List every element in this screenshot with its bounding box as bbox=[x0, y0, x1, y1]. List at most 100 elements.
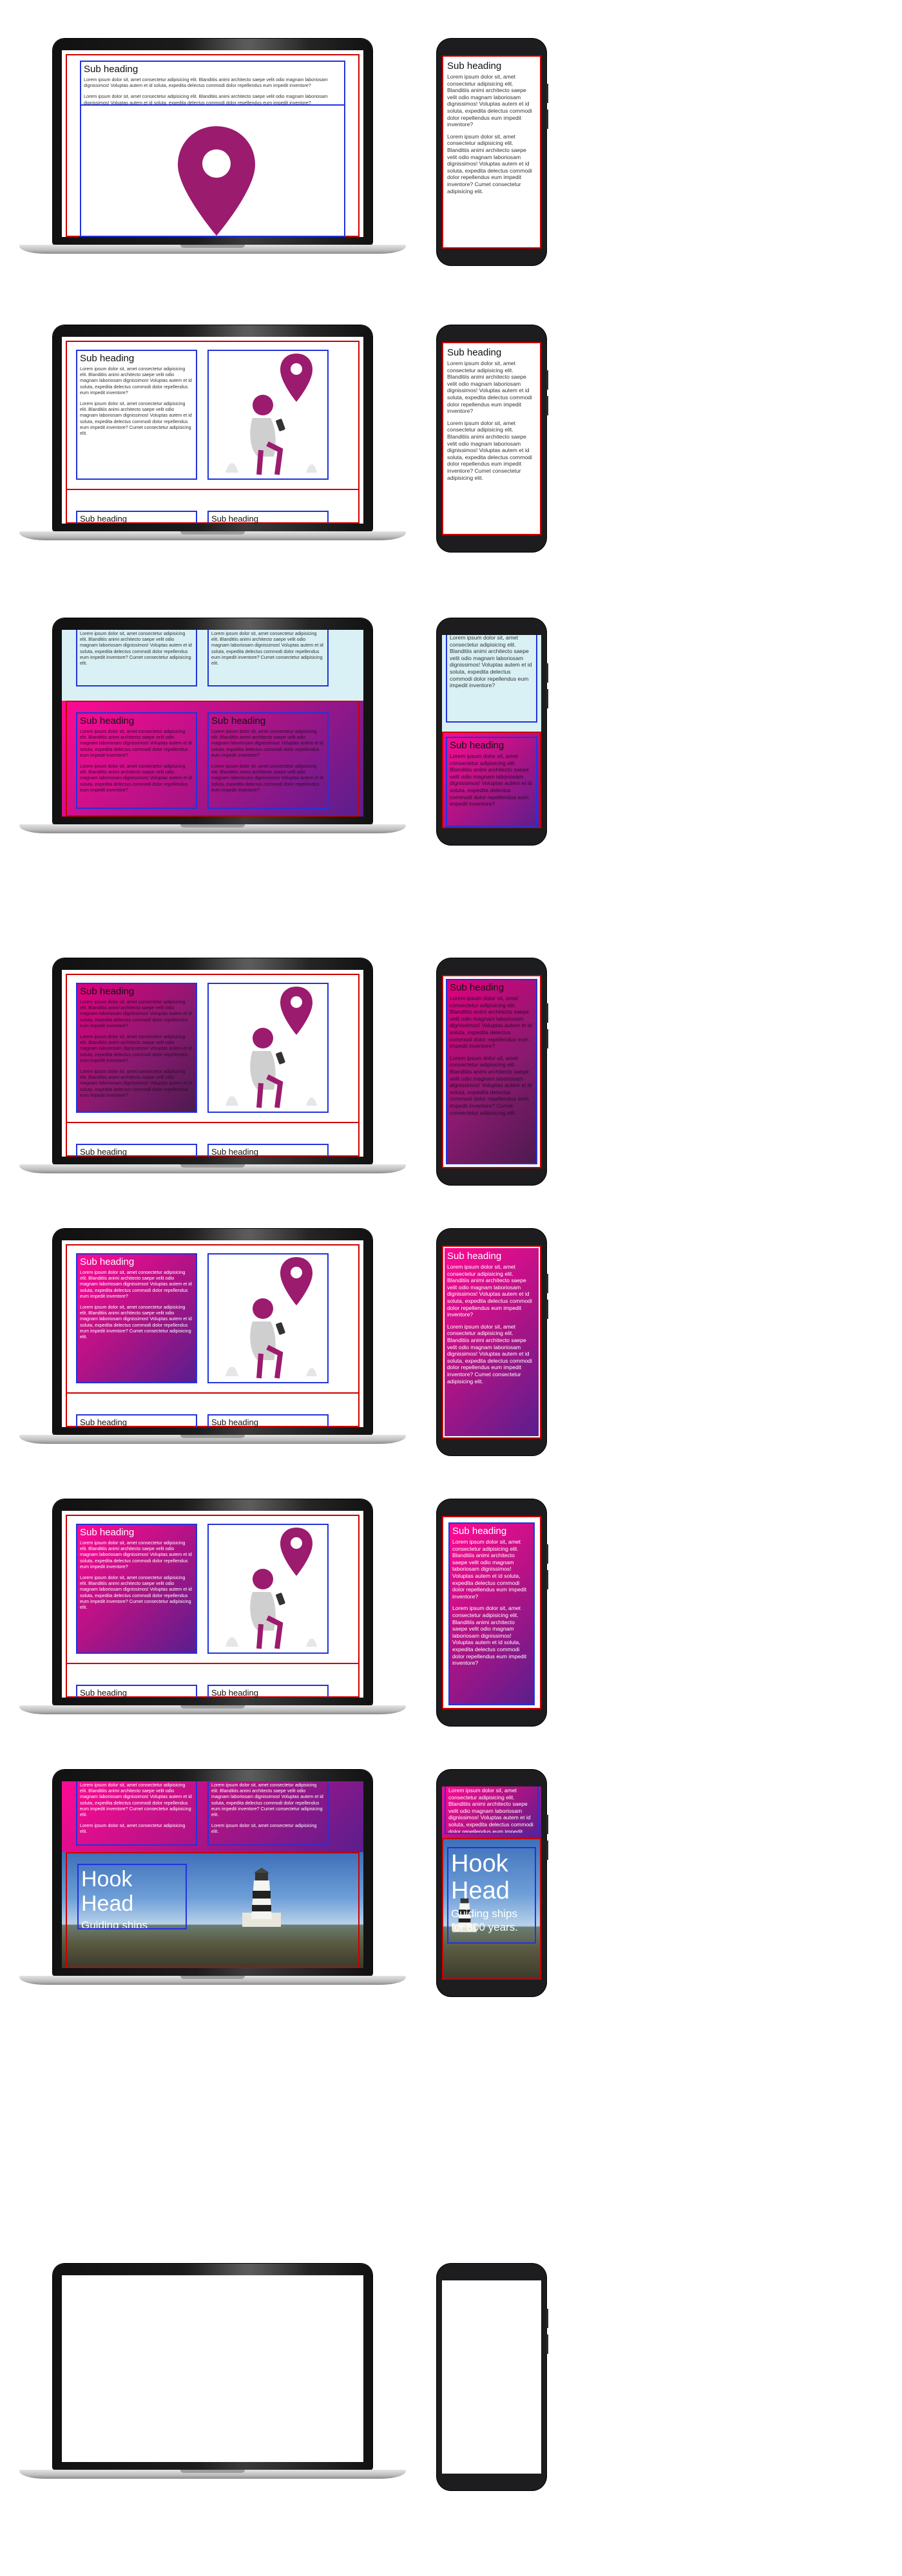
sub-heading: Sub heading bbox=[80, 986, 135, 997]
sub-heading: Sub heading bbox=[80, 514, 128, 524]
body-text: Lorem ipsum dolor sit, amet consectetur … bbox=[80, 1034, 192, 1063]
sub-heading: Sub heading bbox=[80, 715, 135, 726]
hero-caption: Hook Head Guiding ships for 800 years. bbox=[447, 1847, 536, 1944]
person-with-phone-illustration bbox=[225, 354, 317, 475]
content-card: Sub heading Lorem ipsum dolor sit, amet … bbox=[80, 61, 345, 237]
body-text: Lorem ipsum dolor sit, amet consectetur … bbox=[447, 133, 532, 194]
phone-mockup: Sub heading Lorem ipsum dolor sit, amet … bbox=[437, 1499, 548, 1726]
content-card: Sub heading bbox=[76, 1685, 197, 1698]
content-card: Sub heading bbox=[207, 1414, 329, 1427]
hero-title: Hook Head bbox=[81, 1867, 134, 1916]
body-text: Lorem ipsum dolor sit, amet consectetur … bbox=[80, 999, 192, 1028]
laptop-screen bbox=[62, 2275, 363, 2462]
body-text: Lorem ipsum dolor sit, amet consectetur … bbox=[211, 1782, 323, 1818]
person-with-phone-illustration bbox=[225, 1257, 317, 1379]
sub-heading: Sub heading bbox=[447, 61, 502, 71]
hero-title: Head bbox=[451, 1877, 510, 1904]
body-text: Lorem ipsum dolor sit, amet consectetur … bbox=[80, 630, 192, 667]
body-text: Lorem ipsum dolor sit, amet consectetur … bbox=[80, 1068, 192, 1098]
content-card: Lorem ipsum dolor sit, amet consectetur … bbox=[207, 1781, 329, 1846]
body-text: Lorem ipsum dolor sit, amet consectetur … bbox=[80, 401, 192, 437]
content-card: Lorem ipsum dolor sit, amet consectetur … bbox=[446, 635, 537, 723]
laptop-screen: Sub heading Lorem ipsum dolor sit, amet … bbox=[62, 337, 363, 524]
hero-subtitle-line: Guiding ships bbox=[451, 1908, 518, 1920]
body-text: Lorem ipsum dolor sit, amet consectetur … bbox=[80, 1782, 192, 1818]
image-card bbox=[207, 350, 329, 480]
content-card: Sub heading bbox=[207, 1685, 329, 1698]
laptop-lid: Sub heading Lorem ipsum dolor sit, amet … bbox=[53, 39, 372, 245]
body-text: Lorem ipsum dolor sit, amet consectetur … bbox=[450, 753, 532, 808]
content-card: Lorem ipsum dolor sit, amet consectetur … bbox=[76, 630, 197, 687]
sub-heading: Sub heading bbox=[80, 1527, 135, 1538]
sub-heading: Sub heading bbox=[211, 1147, 259, 1157]
content-card: Sub heading Lorem ipsum dolor sit, amet … bbox=[448, 1522, 535, 1705]
content-card: Sub heading Lorem ipsum dolor sit, amet … bbox=[76, 712, 197, 809]
phone-mockup: Sub heading Lorem ipsum dolor sit, amet … bbox=[437, 325, 548, 552]
image-card bbox=[207, 1524, 329, 1654]
body-text: Lorem ipsum dolor sit, amet consectetur … bbox=[80, 1540, 192, 1569]
body-text: Lorem ipsum dolor sit, amet consectetur … bbox=[450, 995, 532, 1050]
content-card: Lorem ipsum dolor sit, amet consectetur … bbox=[207, 630, 329, 687]
body-text: Lorem ipsum dolor sit, amet consectetur … bbox=[452, 1605, 527, 1667]
person-with-phone-illustration bbox=[225, 987, 317, 1108]
hero-subtitle-line: for 800 years. bbox=[451, 1921, 518, 1933]
body-text: Lorem ipsum dolor sit, amet consectetur … bbox=[80, 366, 192, 395]
image-card bbox=[207, 1253, 329, 1383]
laptop-screen: Sub heading Lorem ipsum dolor sit, amet … bbox=[62, 50, 363, 237]
sub-heading: Sub heading bbox=[80, 1688, 128, 1698]
laptop-screen: Lorem ipsum dolor sit, amet consectetur … bbox=[62, 630, 363, 817]
phone-mockup: Lorem ipsum dolor sit, amet consectetur … bbox=[437, 618, 548, 845]
laptop-screen: Sub heading Lorem ipsum dolor sit, amet … bbox=[62, 1511, 363, 1698]
laptop-screen: Sub heading Lorem ipsum dolor sit, amet … bbox=[62, 1240, 363, 1427]
content-card: Sub heading Lorem ipsum dolor sit, amet … bbox=[445, 1248, 539, 1436]
sub-heading: Sub heading bbox=[211, 715, 266, 726]
sub-heading: Sub heading bbox=[447, 1251, 502, 1262]
content-card: Lorem ipsum dolor sit, amet consectetur … bbox=[76, 1781, 197, 1846]
phone-mockup: Sub heading Lorem ipsum dolor sit, amet … bbox=[437, 1229, 548, 1455]
body-text: Lorem ipsum dolor sit, amet consectetur … bbox=[211, 630, 323, 667]
content-card: Sub heading Lorem ipsum dolor sit, amet … bbox=[447, 61, 536, 200]
body-text: Lorem ipsum dolor sit, amet consectetur … bbox=[452, 1539, 527, 1600]
body-text: Lorem ipsum dolor sit, amet consectetur … bbox=[80, 763, 192, 793]
body-text: Lorem ipsum dolor sit, amet consectetur … bbox=[447, 360, 532, 415]
content-card: Sub heading bbox=[76, 1144, 197, 1157]
body-text: Lorem ipsum dolor sit, amet consectetur … bbox=[211, 728, 323, 758]
map-pin-icon bbox=[178, 126, 255, 236]
phone-screen bbox=[442, 2280, 541, 2474]
body-text: Lorem ipsum dolor sit, amet consectetur … bbox=[450, 635, 532, 689]
content-card: Lorem ipsum dolor sit, amet consectetur … bbox=[445, 1786, 539, 1834]
content-card: Sub heading Lorem ipsum dolor sit, amet … bbox=[447, 347, 536, 486]
content-card: Sub heading Lorem ipsum dolor sit, amet … bbox=[76, 983, 197, 1113]
body-text: Lorem ipsum dolor sit, amet consectetur … bbox=[80, 1304, 192, 1340]
sub-heading: Sub heading bbox=[80, 1147, 128, 1157]
sub-heading: Sub heading bbox=[80, 1417, 128, 1427]
body-text: Lorem ipsum dolor sit, amet consectetur … bbox=[80, 728, 192, 758]
sub-heading: Sub heading bbox=[211, 1688, 259, 1698]
content-card: Sub heading Lorem ipsum dolor sit, amet … bbox=[446, 979, 537, 1164]
phone-screen: Sub heading Lorem ipsum dolor sit, amet … bbox=[442, 55, 541, 249]
sub-heading: Sub heading bbox=[450, 740, 504, 751]
laptop-screen: Sub heading Lorem ipsum dolor sit, amet … bbox=[62, 970, 363, 1157]
body-text: Lorem ipsum dolor sit, amet consectetur … bbox=[447, 73, 532, 128]
sub-heading: Sub heading bbox=[450, 982, 504, 993]
content-card: Sub heading bbox=[76, 511, 197, 524]
hero-subtitle-line: Guiding ships bbox=[81, 1919, 148, 1929]
divider bbox=[81, 104, 344, 106]
phone-mockup: Sub heading Lorem ipsum dolor sit, amet … bbox=[437, 958, 548, 1185]
sub-heading: Sub heading bbox=[447, 347, 502, 358]
body-text: Lorem ipsum dolor sit, amet consectetur … bbox=[450, 1054, 532, 1116]
content-card: Sub heading bbox=[207, 1144, 329, 1157]
phone-mockup bbox=[437, 2264, 548, 2490]
body-text: Lorem ipsum dolor sit, amet consectetur … bbox=[447, 1264, 532, 1318]
content-card: Sub heading bbox=[207, 511, 329, 524]
body-text: Lorem ipsum dolor sit, amet consectetur … bbox=[84, 77, 328, 89]
content-card: Sub heading Lorem ipsum dolor sit, amet … bbox=[76, 350, 197, 480]
body-text: Lorem ipsum dolor sit, amet consectetur … bbox=[80, 1823, 186, 1835]
sub-heading: Sub heading bbox=[80, 353, 135, 364]
content-card: Sub heading bbox=[76, 1414, 197, 1427]
phone-mockup: Lorem ipsum dolor sit, amet consectetur … bbox=[437, 1770, 548, 1996]
body-text: Lorem ipsum dolor sit, amet consectetur … bbox=[447, 1323, 532, 1385]
person-with-phone-illustration bbox=[225, 1528, 317, 1649]
body-text: Lorem ipsum dolor sit, amet consectetur … bbox=[447, 419, 532, 481]
sub-heading: Sub heading bbox=[452, 1526, 507, 1537]
